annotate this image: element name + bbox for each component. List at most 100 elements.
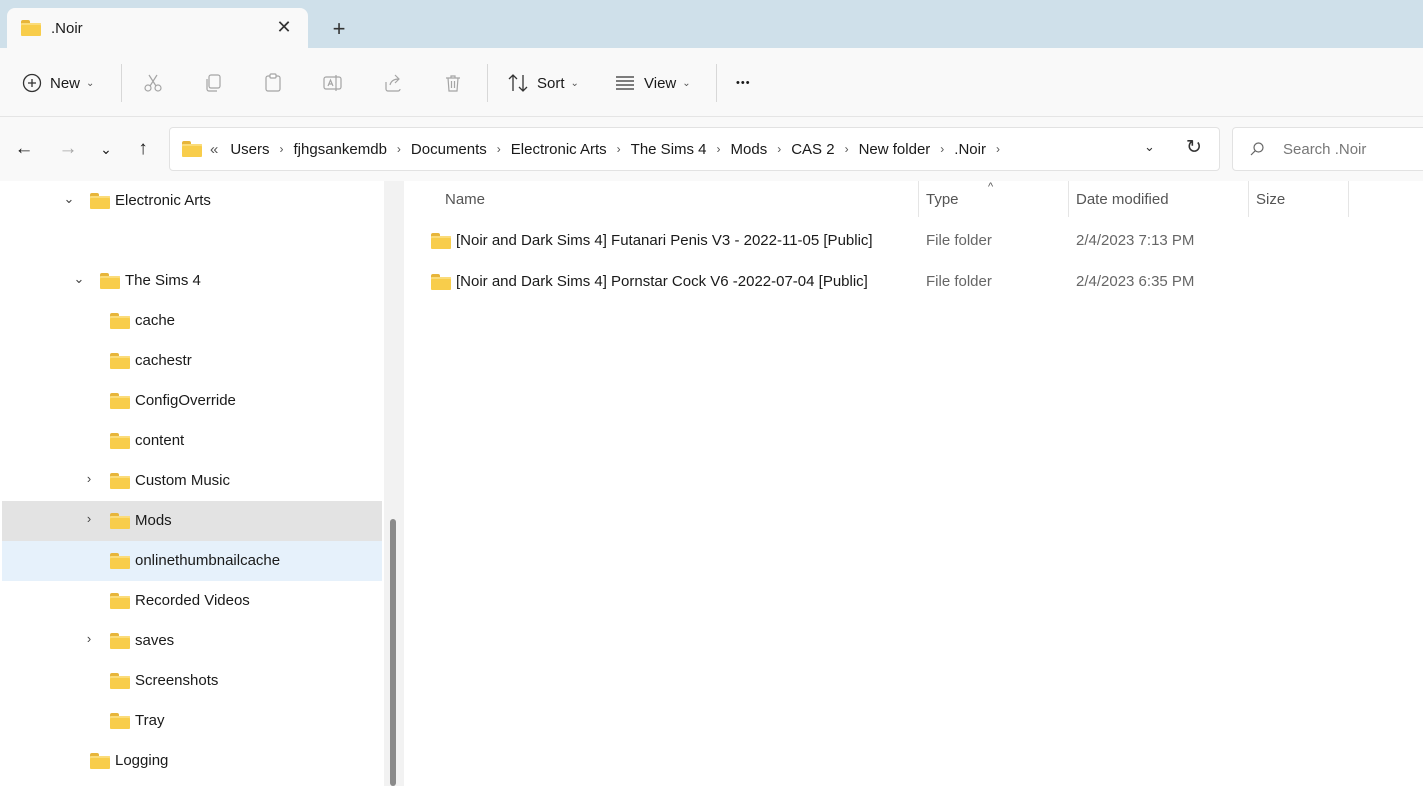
nav-item-recorded-videos[interactable]: Recorded Videos <box>2 581 382 621</box>
chevron-right-icon[interactable]: › <box>940 142 944 156</box>
nav-item-tray[interactable]: Tray <box>2 701 382 741</box>
address-row: ← → ⌄ ↑ « Users › fjhgsankemdb › Documents… <box>0 117 1423 181</box>
nav-item-cachestr[interactable]: cachestr <box>2 341 382 381</box>
delete-button[interactable] <box>443 68 463 98</box>
column-divider[interactable] <box>918 181 919 217</box>
file-type: File folder <box>926 273 992 290</box>
back-button[interactable]: ← <box>12 137 36 161</box>
file-row[interactable]: [Noir and Dark Sims 4] Futanari Penis V3… <box>424 223 1324 259</box>
cut-button[interactable] <box>143 68 163 98</box>
navigation-pane: ⌄ Electronic Arts ⌄ The Sims 4 cache cac… <box>0 181 384 786</box>
folder-icon <box>110 713 130 729</box>
nav-item-content[interactable]: content <box>2 421 382 461</box>
overflow-chevron[interactable]: « <box>210 141 218 158</box>
file-type: File folder <box>926 232 992 249</box>
crumb-new-folder[interactable]: New folder <box>859 141 931 158</box>
chevron-right-icon[interactable]: › <box>280 142 284 156</box>
nav-item-electronic-arts[interactable]: ⌄ Electronic Arts <box>2 181 382 221</box>
folder-icon <box>90 193 110 209</box>
nav-item-custom-music[interactable]: › Custom Music <box>2 461 382 501</box>
nav-item-cache[interactable]: cache <box>2 301 382 341</box>
paste-button[interactable] <box>263 68 283 98</box>
chevron-right-icon[interactable]: › <box>617 142 621 156</box>
nav-item-onlinethumbnailcache[interactable]: onlinethumbnailcache <box>2 541 382 581</box>
nav-item-mods[interactable]: › Mods <box>2 501 382 541</box>
chevron-right-icon[interactable]: › <box>497 142 501 156</box>
view-button[interactable]: View ⌄ <box>614 68 691 98</box>
column-divider[interactable] <box>1068 181 1069 217</box>
nav-item-label: ConfigOverride <box>135 392 236 409</box>
crumb-documents[interactable]: Documents <box>411 141 487 158</box>
folder-icon <box>110 473 130 489</box>
nav-item-label: cache <box>135 312 176 329</box>
share-button[interactable] <box>383 68 403 98</box>
chevron-down-icon: ⌄ <box>100 141 112 157</box>
nav-item-label: Screenshots <box>135 672 219 689</box>
new-label: New <box>50 74 81 92</box>
chevron-right-icon[interactable]: › <box>397 142 401 156</box>
close-tab-icon[interactable]: ✕ <box>274 17 294 38</box>
more-options-button[interactable]: ••• <box>736 68 751 98</box>
chevron-right-icon[interactable]: › <box>777 142 781 156</box>
chevron-down-icon[interactable]: ⌄ <box>62 191 76 207</box>
rename-button[interactable] <box>323 68 343 98</box>
file-date-modified: 2/4/2023 7:13 PM <box>1076 232 1195 249</box>
chevron-right-icon[interactable]: › <box>82 471 96 486</box>
nav-item-screenshots[interactable]: Screenshots <box>2 661 382 701</box>
up-icon: ↑ <box>138 138 148 159</box>
forward-icon: → <box>58 138 78 159</box>
column-divider[interactable] <box>1348 181 1349 217</box>
copy-button[interactable] <box>203 68 223 98</box>
file-row[interactable]: [Noir and Dark Sims 4] Pornstar Cock V6 … <box>424 264 1324 300</box>
recent-locations-button[interactable]: ⌄ <box>94 137 118 161</box>
nav-item-label: Recorded Videos <box>135 592 250 609</box>
crumb-mods[interactable]: Mods <box>731 141 768 158</box>
refresh-icon[interactable]: ↻ <box>1186 136 1202 159</box>
search-input[interactable]: Search .Noir <box>1283 141 1366 158</box>
nav-item-configoverride[interactable]: ConfigOverride <box>2 381 382 421</box>
search-icon <box>1250 142 1264 156</box>
new-button[interactable]: New ⌄ <box>22 68 94 98</box>
crumb-electronic-arts[interactable]: Electronic Arts <box>511 141 607 158</box>
column-header-name[interactable]: Name <box>445 191 485 208</box>
crumb-noir[interactable]: .Noir <box>954 141 986 158</box>
delete-icon <box>446 75 460 92</box>
chevron-down-icon[interactable]: ⌄ <box>72 271 86 287</box>
chevron-right-icon[interactable]: › <box>845 142 849 156</box>
folder-icon <box>110 513 130 529</box>
tab-noir[interactable]: .Noir ✕ <box>7 8 308 50</box>
new-tab-button[interactable]: + <box>327 14 351 44</box>
nav-item-the-sims-4[interactable]: ⌄ The Sims 4 <box>2 261 382 301</box>
chevron-right-icon[interactable]: › <box>996 142 1000 156</box>
title-bar: .Noir ✕ + <box>0 0 1423 50</box>
search-box[interactable]: Search .Noir <box>1232 127 1423 171</box>
chevron-right-icon[interactable]: › <box>82 511 96 526</box>
sort-icon <box>508 74 528 92</box>
sort-button[interactable]: Sort ⌄ <box>507 68 579 98</box>
column-header-date-modified[interactable]: Date modified <box>1076 191 1169 208</box>
nav-scrollbar-thumb[interactable] <box>390 519 396 786</box>
address-bar[interactable]: « Users › fjhgsankemdb › Documents › Electr… <box>169 127 1220 171</box>
folder-icon <box>110 313 130 329</box>
folder-icon <box>431 274 451 290</box>
forward-button[interactable]: → <box>56 137 80 161</box>
column-header-size[interactable]: Size <box>1256 191 1285 208</box>
chevron-right-icon[interactable]: › <box>82 631 96 646</box>
crumb-the-sims-4[interactable]: The Sims 4 <box>631 141 707 158</box>
back-icon: ← <box>14 138 34 159</box>
column-divider[interactable] <box>1248 181 1249 217</box>
crumb-users[interactable]: Users <box>230 141 269 158</box>
up-button[interactable]: ↑ <box>131 137 155 161</box>
address-history-chevron-icon[interactable]: ⌄ <box>1144 139 1155 155</box>
column-header-type[interactable]: Type <box>926 191 959 208</box>
folder-icon <box>110 433 130 449</box>
nav-item-saves[interactable]: › saves <box>2 621 382 661</box>
nav-item-label: saves <box>135 632 175 649</box>
folder-icon <box>431 233 451 249</box>
folder-icon <box>21 20 41 36</box>
chevron-right-icon[interactable]: › <box>717 142 721 156</box>
crumb-user-folder[interactable]: fjhgsankemdb <box>294 141 387 158</box>
nav-item-logging[interactable]: Logging <box>2 741 382 781</box>
crumb-cas-2[interactable]: CAS 2 <box>791 141 834 158</box>
folder-icon <box>110 673 130 689</box>
